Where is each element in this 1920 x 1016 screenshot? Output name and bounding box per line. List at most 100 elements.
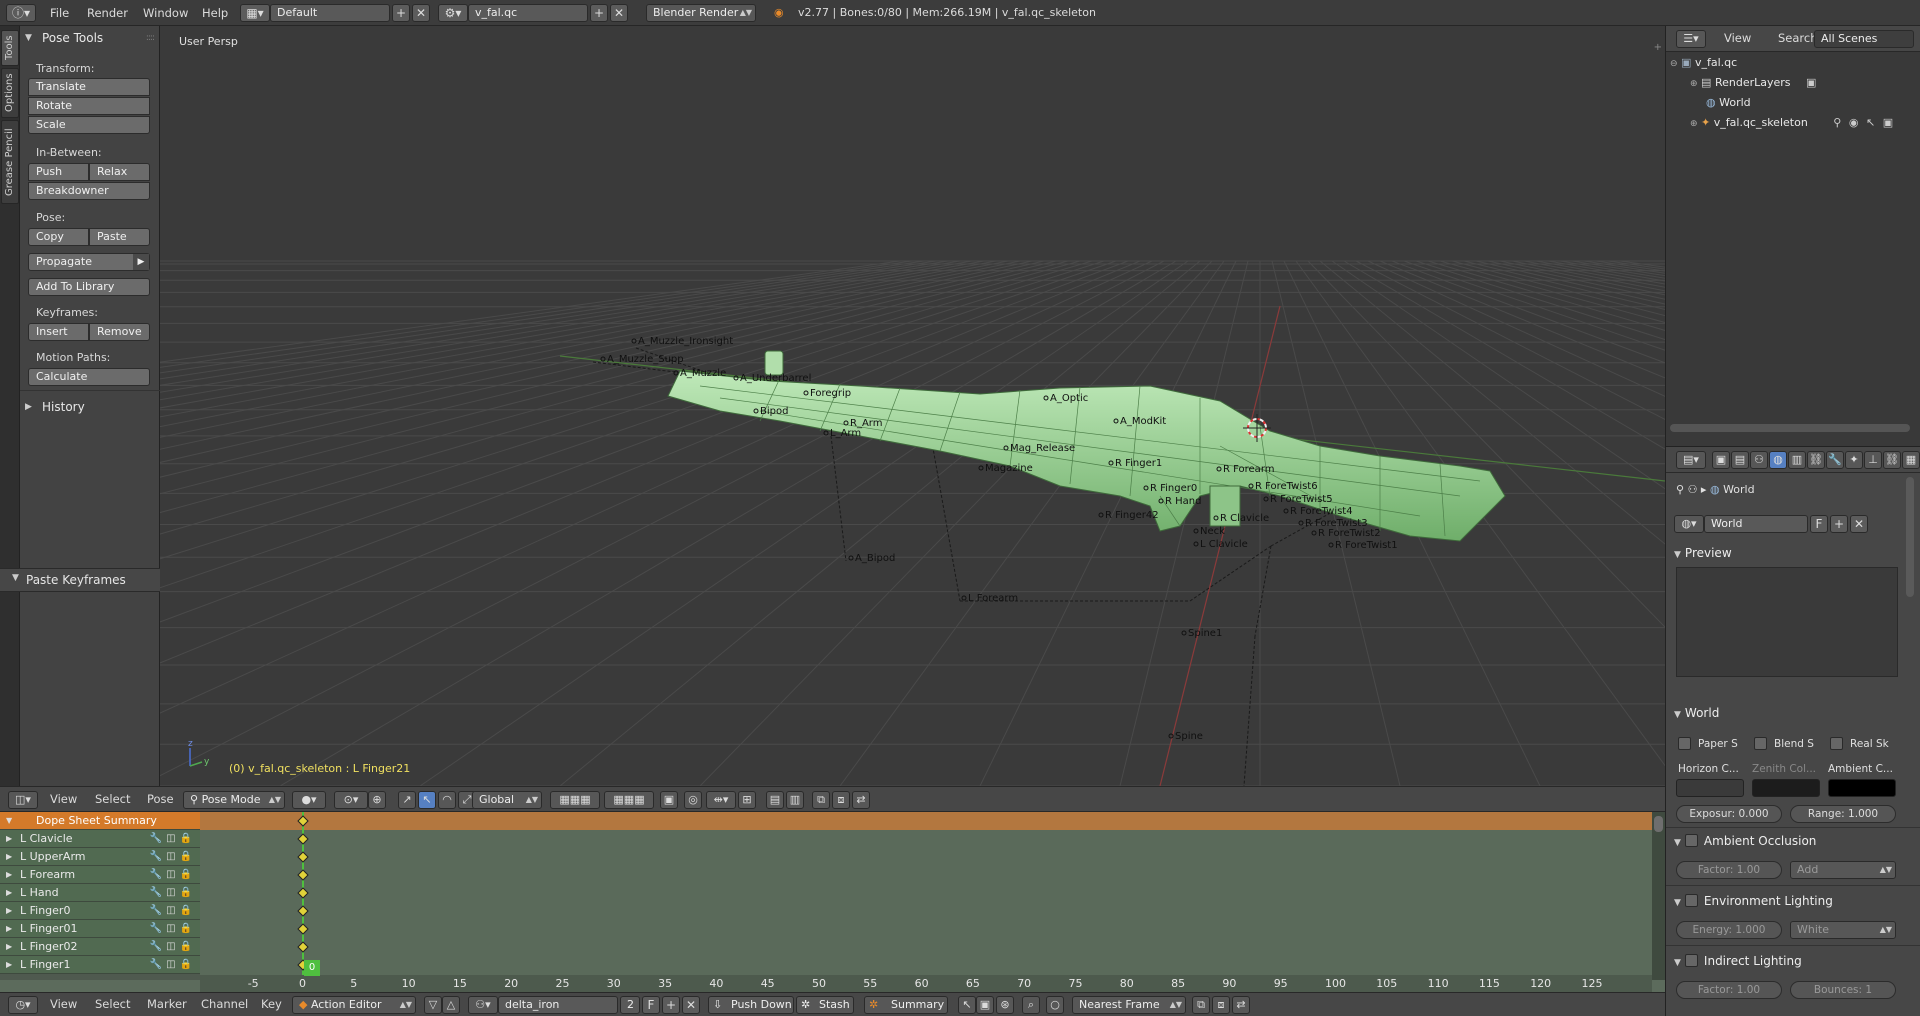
ambient-occlusion-header[interactable]: ▼ Ambient Occlusion: [1674, 831, 1899, 851]
channel-toggle-icons[interactable]: 🔧◫🔒: [150, 866, 196, 883]
summary-toggle[interactable]: ✲ Summary: [864, 996, 948, 1014]
snap-target-icon[interactable]: ⇹▾: [706, 791, 736, 809]
translate-manipulator-icon[interactable]: ↗: [398, 791, 416, 809]
outliner-item-renderlayers[interactable]: ⊕ ▤ RenderLayers ▣: [1690, 73, 1816, 93]
environment-lighting-checkbox[interactable]: [1684, 894, 1698, 907]
collapse-icon[interactable]: ⊖: [1670, 59, 1678, 69]
channel-row[interactable]: ▶ L UpperArm 🔧◫🔒: [0, 848, 200, 866]
remove-keyframe-button[interactable]: Remove: [89, 323, 150, 341]
menu-select[interactable]: Select: [95, 792, 130, 806]
expand-icon[interactable]: ▶: [6, 902, 12, 919]
editor-type-info-icon[interactable]: ⓘ▾: [6, 4, 36, 22]
bone-constraints-icon[interactable]: ⛓: [1883, 451, 1901, 469]
exposure-field[interactable]: Exposur: 0.000: [1676, 805, 1782, 823]
paste-keyframes-panel[interactable]: ▼ Paste Keyframes: [0, 568, 160, 592]
pose-tools-panel-header[interactable]: ▼ Pose Tools::::: [20, 28, 160, 48]
scene-icon[interactable]: ⚙▾: [438, 4, 468, 22]
paste-flipped-icon[interactable]: ⇄: [852, 791, 870, 809]
channel-row[interactable]: ▶ L Clavicle 🔧◫🔒: [0, 830, 200, 848]
expand-icon[interactable]: ▶: [6, 920, 12, 937]
channel-row[interactable]: ▶ L Finger02 🔧◫🔒: [0, 938, 200, 956]
copy-pose-icon[interactable]: ⧉: [812, 791, 830, 809]
region-expand-icon[interactable]: +: [1654, 42, 1662, 53]
env-energy-field[interactable]: Energy: 1.000: [1676, 921, 1782, 939]
channel-toggle-icons[interactable]: 🔧◫🔒: [150, 920, 196, 937]
menu-view[interactable]: View: [50, 997, 77, 1011]
expand-icon[interactable]: ▶: [6, 830, 12, 847]
paper-sky-checkbox[interactable]: [1678, 737, 1691, 750]
range-field[interactable]: Range: 1.000: [1790, 805, 1896, 823]
unlink-action-icon[interactable]: ✕: [682, 996, 700, 1014]
transform-orientation-select[interactable]: Global ▲▼: [472, 791, 542, 809]
add-to-library-button[interactable]: Add To Library: [28, 278, 150, 296]
copy-pose-button[interactable]: Copy: [28, 228, 89, 246]
editor-type-outliner-icon[interactable]: ☰▾: [1676, 30, 1706, 48]
data-icon[interactable]: ✦: [1845, 451, 1863, 469]
texture-icon[interactable]: ▦: [1902, 451, 1920, 469]
dope-sheet[interactable]: ▼ Dope Sheet Summary ▶ L Clavicle 🔧◫🔒 ▶ L Up…: [0, 812, 1665, 992]
menu-render[interactable]: Render: [87, 5, 128, 21]
history-panel-header[interactable]: ▶ History: [20, 397, 160, 417]
menu-help[interactable]: Help: [202, 5, 228, 21]
remove-screen-icon[interactable]: ✕: [412, 4, 430, 22]
env-color-select[interactable]: White ▲▼: [1790, 921, 1896, 939]
blend-sky-checkbox[interactable]: [1754, 737, 1767, 750]
dopesheet-mode-select[interactable]: ◆ Action Editor ▲▼: [292, 996, 416, 1014]
push-button[interactable]: Push: [28, 163, 89, 181]
properties-scrollbar[interactable]: [1906, 477, 1914, 597]
only-errors-icon[interactable]: ⊛: [996, 996, 1014, 1014]
indirect-lighting-checkbox[interactable]: [1684, 954, 1698, 967]
selectable-cursor-icon[interactable]: ↖: [1866, 116, 1875, 129]
horizon-color-swatch[interactable]: [1676, 779, 1744, 797]
relax-button[interactable]: Relax: [89, 163, 150, 181]
browse-action-icon[interactable]: ⚇▾: [468, 996, 498, 1014]
preview-section-header[interactable]: ▼ Preview: [1674, 543, 1899, 563]
expand-icon[interactable]: ▶: [6, 956, 12, 973]
translate-button[interactable]: Translate: [28, 78, 150, 96]
ambient-color-swatch[interactable]: [1828, 779, 1896, 797]
render-layers-icon[interactable]: ▤: [1731, 451, 1749, 469]
shading-solid-icon[interactable]: ●▾: [292, 791, 326, 809]
ao-blend-select[interactable]: Add ▲▼: [1790, 861, 1896, 879]
scale-button[interactable]: Scale: [28, 116, 150, 134]
show-hidden-icon[interactable]: ▣: [976, 996, 994, 1014]
indirect-bounces-field[interactable]: Bounces: 1: [1790, 981, 1896, 999]
editor-type-3d-icon[interactable]: ◫▾: [8, 791, 38, 809]
paste-pose-button[interactable]: Paste: [89, 228, 150, 246]
expand-icon[interactable]: ⊕: [1690, 119, 1698, 129]
keyframe-area[interactable]: [200, 812, 1652, 980]
menu-file[interactable]: File: [50, 5, 69, 21]
action-name-field[interactable]: delta_iron: [498, 996, 618, 1014]
expand-icon[interactable]: ▶: [6, 938, 12, 955]
render-preview-icon[interactable]: ▤: [766, 791, 784, 809]
expand-icon[interactable]: ▶: [6, 884, 12, 901]
menu-view[interactable]: View: [50, 792, 77, 806]
insert-keyframe-button[interactable]: Insert: [28, 323, 89, 341]
calculate-button[interactable]: Calculate: [28, 368, 150, 386]
screen-layout-icon[interactable]: ▦▾: [240, 4, 270, 22]
vertical-scrollbar[interactable]: [1652, 812, 1665, 980]
action-users-count[interactable]: 2: [620, 996, 640, 1014]
menu-window[interactable]: Window: [143, 5, 188, 21]
environment-lighting-header[interactable]: ▼ Environment Lighting: [1674, 891, 1899, 911]
ao-factor-field[interactable]: Factor: 1.00: [1676, 861, 1782, 879]
add-scene-icon[interactable]: +: [590, 4, 608, 22]
paste-flipped-keyframes-icon[interactable]: ⇄: [1232, 996, 1250, 1014]
outliner-item-scene[interactable]: ⊖ ▣ v_fal.qc: [1670, 53, 1737, 73]
rotate-widget-icon[interactable]: ◠: [438, 791, 456, 809]
channel-toggle-icons[interactable]: 🔧◫🔒: [150, 956, 196, 973]
channel-toggle-icons[interactable]: 🔧◫🔒: [150, 830, 196, 847]
channel-row[interactable]: ▶ L Hand 🔧◫🔒: [0, 884, 200, 902]
zenith-color-swatch[interactable]: [1752, 779, 1820, 797]
lock-layers-icon[interactable]: ▣: [660, 791, 678, 809]
new-world-icon[interactable]: +: [1830, 515, 1848, 533]
channel-row[interactable]: ▶ L Finger01 🔧◫🔒: [0, 920, 200, 938]
remove-scene-icon[interactable]: ✕: [610, 4, 628, 22]
dope-sheet-summary-row[interactable]: ▼ Dope Sheet Summary: [0, 812, 200, 830]
stash-button[interactable]: ✲ Stash: [796, 996, 854, 1014]
object-icon[interactable]: ▥: [1788, 451, 1806, 469]
snap-toggle-icon[interactable]: ⊞: [738, 791, 756, 809]
pivot-point-icon[interactable]: ⊙▾: [334, 791, 368, 809]
modifiers-icon[interactable]: 🔧: [1826, 451, 1844, 469]
outliner-item-world[interactable]: ◍ World: [1706, 93, 1751, 113]
